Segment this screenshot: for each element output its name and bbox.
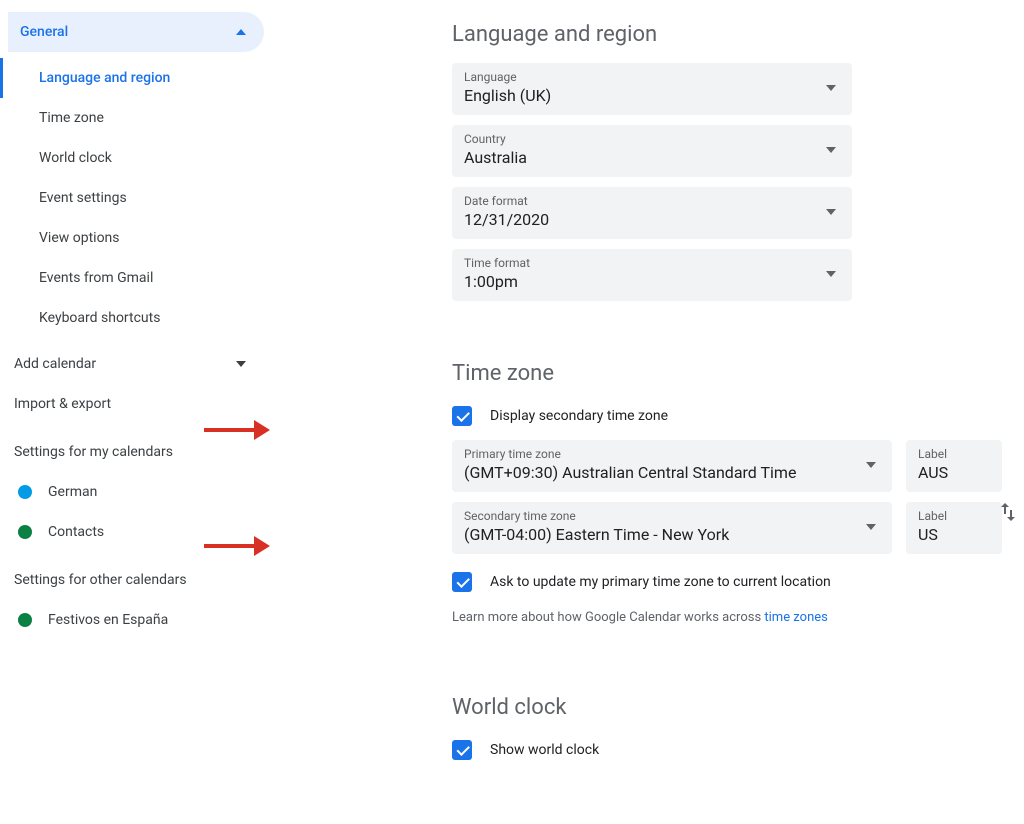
sidebar-item-world-clock[interactable]: World clock (0, 138, 264, 178)
sidebar-item-view-options[interactable]: View options (0, 218, 264, 258)
sidebar-section-other-calendars: Settings for other calendars (8, 552, 264, 600)
sidebar-item-time-zone[interactable]: Time zone (0, 98, 264, 138)
chevron-down-icon (866, 524, 876, 530)
ask-update-timezone-label: Ask to update my primary time zone to cu… (490, 574, 831, 590)
chevron-down-icon (826, 85, 836, 91)
chevron-down-icon (826, 209, 836, 215)
show-world-clock-label: Show world clock (490, 742, 599, 758)
sidebar-item-import-export[interactable]: Import & export (8, 384, 264, 424)
primary-timezone-label-input[interactable]: Label AUS (906, 440, 1002, 492)
show-world-clock-checkbox[interactable] (452, 740, 472, 760)
calendar-color-dot (18, 613, 32, 627)
display-secondary-timezone-checkbox[interactable] (452, 406, 472, 426)
chevron-down-icon (826, 147, 836, 153)
sidebar-general-items: Language and region Time zone World cloc… (8, 52, 264, 344)
primary-timezone-select[interactable]: Primary time zone (GMT+09:30) Australian… (452, 440, 892, 492)
settings-sidebar: General Language and region Time zone Wo… (0, 8, 280, 774)
sidebar-calendar-festivos[interactable]: Festivos en España (8, 600, 264, 640)
sidebar-item-event-settings[interactable]: Event settings (0, 178, 264, 218)
time-format-select[interactable]: Time format 1:00pm (452, 249, 852, 301)
calendar-color-dot (18, 525, 32, 539)
chevron-down-icon (866, 462, 876, 468)
sidebar-calendar-german[interactable]: German (8, 472, 264, 512)
swap-timezones-button[interactable] (996, 500, 1020, 528)
section-title-language-region: Language and region (452, 22, 1002, 47)
chevron-down-icon (236, 361, 246, 367)
sidebar-calendar-contacts[interactable]: Contacts (8, 512, 264, 552)
language-select[interactable]: Language English (UK) (452, 63, 852, 115)
date-format-select[interactable]: Date format 12/31/2020 (452, 187, 852, 239)
time-zones-link[interactable]: time zones (764, 610, 827, 625)
sidebar-section-general[interactable]: General (8, 12, 264, 52)
settings-main: Language and region Language English (UK… (280, 8, 1024, 774)
secondary-timezone-select[interactable]: Secondary time zone (GMT-04:00) Eastern … (452, 502, 892, 554)
sidebar-item-keyboard-shortcuts[interactable]: Keyboard shortcuts (0, 298, 264, 338)
sidebar-section-my-calendars: Settings for my calendars (8, 424, 264, 472)
timezone-learn-more: Learn more about how Google Calendar wor… (452, 606, 1002, 625)
chevron-down-icon (826, 271, 836, 277)
sidebar-item-events-from-gmail[interactable]: Events from Gmail (0, 258, 264, 298)
section-title-time-zone: Time zone (452, 361, 1002, 386)
ask-update-timezone-checkbox[interactable] (452, 572, 472, 592)
swap-vert-icon (996, 500, 1020, 524)
calendar-color-dot (18, 485, 32, 499)
chevron-up-icon (236, 29, 246, 35)
sidebar-item-language-and-region[interactable]: Language and region (0, 58, 264, 98)
sidebar-item-add-calendar[interactable]: Add calendar (8, 344, 264, 384)
sidebar-section-label: General (20, 24, 68, 40)
secondary-timezone-label-input[interactable]: Label US (906, 502, 1002, 554)
display-secondary-timezone-label: Display secondary time zone (490, 408, 668, 424)
section-title-world-clock: World clock (452, 695, 1002, 720)
country-select[interactable]: Country Australia (452, 125, 852, 177)
